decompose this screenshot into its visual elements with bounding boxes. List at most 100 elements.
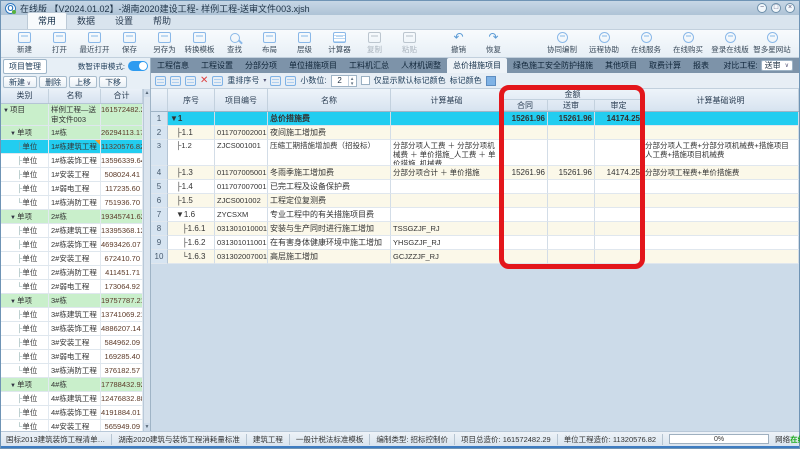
insert-row-icon[interactable]: [155, 76, 166, 86]
tree-row[interactable]: ▼单项2#栋19345741.62: [1, 210, 143, 224]
tree-row[interactable]: ▼单项1#栋26294113.17: [1, 126, 143, 140]
module-tab-工程设置[interactable]: 工程设置: [195, 58, 239, 73]
tree-row[interactable]: ├单位1#弱电工程117235.60: [1, 182, 143, 196]
module-tab-工程信息[interactable]: 工程信息: [151, 58, 195, 73]
tree-row[interactable]: └单位1#栋消防工程751936.70: [1, 196, 143, 210]
table-row[interactable]: 10└1.6.3031302007001高层施工增加GCJZZJF_RJ: [151, 250, 799, 264]
table-row[interactable]: 4├1.3011707005001冬雨季施工增加费分部分项合计 ＋ 单价措施15…: [151, 166, 799, 180]
sidebar-button-新建[interactable]: 新建 ∨: [3, 76, 37, 88]
module-tab-单位措施项目[interactable]: 单位措施项目: [283, 58, 343, 73]
toolbar-button-撤销[interactable]: ↶撤销: [441, 30, 476, 57]
tree-row[interactable]: └单位2#弱电工程173064.92: [1, 280, 143, 294]
table-row[interactable]: 5├1.4011707007001已完工程及设备保护费: [151, 180, 799, 194]
reorder-label[interactable]: 重排序号: [227, 75, 259, 86]
toolbar-button-保存[interactable]: 保存: [112, 30, 147, 57]
toolbar-button-另存为[interactable]: 另存为: [147, 30, 182, 57]
sidebar-button-上移[interactable]: 上移: [69, 76, 97, 88]
reorder-caret-icon[interactable]: ▾: [263, 77, 266, 84]
tree-row[interactable]: ▼单项4#栋17788432.92: [1, 378, 143, 392]
decimal-spinner[interactable]: 2 ▲▼: [331, 75, 357, 87]
toolbar-button-在线服务[interactable]: 在线服务: [625, 30, 667, 57]
tree-row[interactable]: ├单位2#栋消防工程411451.71: [1, 266, 143, 280]
col-name: 名称: [268, 89, 391, 111]
expand-triangle-icon[interactable]: ▼: [10, 299, 16, 305]
table-row[interactable]: 1▼1总价措施费15261.9615261.9614174.25: [151, 112, 799, 126]
table-row[interactable]: 7▼1.6ZYCSXM专业工程中的有关措施项目费: [151, 208, 799, 222]
tree-row[interactable]: ▼单项3#栋19757787.21: [1, 294, 143, 308]
expand-triangle-icon[interactable]: ▼: [10, 383, 16, 389]
tree-row[interactable]: ├单位4#栋建筑工程12476832.88: [1, 392, 143, 406]
toolbar-button-新建[interactable]: 新建: [7, 30, 42, 57]
module-tab-报表[interactable]: 报表: [687, 58, 715, 73]
toolbar-button-查找[interactable]: 查找: [217, 30, 252, 57]
scroll-down-icon[interactable]: ▼: [144, 423, 150, 431]
table-row[interactable]: 3├1.2ZJCS001001压缩工期措施增加费（招投标）分部分项人工费 ＋ 分…: [151, 140, 799, 166]
only-default-checkbox[interactable]: [361, 76, 370, 85]
tree-row[interactable]: ├单位3#弱电工程169285.40: [1, 350, 143, 364]
sidebar-button-下移[interactable]: 下移: [99, 76, 127, 88]
expand-triangle-icon[interactable]: ▼: [10, 215, 16, 221]
toolbar-button-转换模板[interactable]: 转换模板: [182, 30, 217, 57]
collapse-all-icon[interactable]: [285, 76, 296, 86]
toolbar-button-协同编制[interactable]: 协同编制: [541, 30, 583, 57]
tree-row[interactable]: ├单位1#安装工程508024.41: [1, 168, 143, 182]
sidebar-button-删除[interactable]: 删除: [39, 76, 67, 88]
ribbon-tab-设置[interactable]: 设置: [105, 13, 143, 29]
toolbar-button-布局[interactable]: 布局: [252, 30, 287, 57]
tree-row[interactable]: └单位4#安装工程565949.09: [1, 420, 143, 431]
expand-triangle-icon[interactable]: ▼: [10, 131, 16, 137]
tree-row[interactable]: ├单位1#栋建筑工程11320576.82: [1, 140, 143, 154]
mark-color-label[interactable]: 标记颜色: [450, 75, 482, 86]
toolbar-button-恢复[interactable]: ↷恢复: [476, 30, 511, 57]
toolbar-button-智多星网站[interactable]: 智多星网站: [751, 30, 793, 57]
delete-row-icon[interactable]: ✕: [200, 76, 208, 86]
scroll-up-icon[interactable]: ▲: [144, 89, 150, 97]
tree-row[interactable]: └单位3#栋消防工程376182.57: [1, 364, 143, 378]
compare-dropdown[interactable]: 送审∨: [761, 60, 793, 71]
close-icon[interactable]: ×: [785, 3, 795, 13]
project-manage-button[interactable]: 项目管理: [3, 59, 47, 74]
tree-row[interactable]: ├单位2#栋建筑工程13395368.12: [1, 224, 143, 238]
tree-row[interactable]: ▼项目样例工程—送审文件003161572482.29: [1, 104, 143, 126]
expand-all-icon[interactable]: [270, 76, 281, 86]
toolbar-button-层级[interactable]: 层级: [287, 30, 322, 57]
tree-row[interactable]: ├单位2#栋装饰工程4693426.07: [1, 238, 143, 252]
tree-row[interactable]: ├单位3#栋建筑工程13741069.21: [1, 308, 143, 322]
module-tab-取费计算[interactable]: 取费计算: [643, 58, 687, 73]
insert-child-icon[interactable]: [170, 76, 181, 86]
tree-row-type: ▼单项: [1, 126, 49, 139]
mark-color-swatch[interactable]: [486, 76, 496, 86]
cell-approved: 14174.25: [595, 112, 643, 126]
toolbar-button-计算器[interactable]: 计算器: [322, 30, 357, 57]
tree-row[interactable]: ├单位2#安装工程672410.70: [1, 252, 143, 266]
toolbar-button-最近打开[interactable]: 最近打开: [77, 30, 112, 57]
toolbar-button-远程协助[interactable]: 远程协助: [583, 30, 625, 57]
maximize-icon[interactable]: □: [771, 3, 781, 13]
reorder-icon[interactable]: [212, 76, 223, 86]
toolbar-button-在线购买[interactable]: 在线购买: [667, 30, 709, 57]
ribbon-tab-帮助[interactable]: 帮助: [143, 13, 181, 29]
tree-row[interactable]: ├单位4#栋装饰工程4191884.01: [1, 406, 143, 420]
module-tab-总价措施项目[interactable]: 总价措施项目: [447, 58, 507, 73]
table-row[interactable]: 2├1.1011707002001夜间施工增加费: [151, 126, 799, 140]
expand-triangle-icon[interactable]: ▼: [3, 108, 9, 114]
table-row[interactable]: 8├1.6.1031301010001安装与生产同时进行施工增加TSSGZJF_…: [151, 222, 799, 236]
table-row[interactable]: 9├1.6.2031301011001在有害身体健康环境中施工增加YHSGZJF…: [151, 236, 799, 250]
minimize-icon[interactable]: −: [757, 3, 767, 13]
module-tab-工料机汇总[interactable]: 工料机汇总: [343, 58, 395, 73]
ribbon-tab-数据[interactable]: 数据: [67, 13, 105, 29]
toolbar-button-登录在线版[interactable]: 登录在线版: [709, 30, 751, 57]
module-tab-分部分项[interactable]: 分部分项: [239, 58, 283, 73]
tree-row[interactable]: ├单位3#安装工程584962.09: [1, 336, 143, 350]
module-tab-其他项目[interactable]: 其他项目: [599, 58, 643, 73]
table-row[interactable]: 6├1.5ZJCS001002工程定位复测费: [151, 194, 799, 208]
module-tab-人材机调整[interactable]: 人材机调整: [395, 58, 447, 73]
tree-scrollbar[interactable]: ▲ ▼: [143, 89, 150, 431]
ribbon-tab-常用[interactable]: 常用: [27, 12, 67, 29]
smart-review-toggle[interactable]: [128, 61, 148, 71]
tree-row[interactable]: ├单位1#栋装饰工程13596339.64: [1, 154, 143, 168]
tree-row[interactable]: ├单位3#栋装饰工程4886207.14: [1, 322, 143, 336]
toolbar-button-打开[interactable]: 打开: [42, 30, 77, 57]
module-tab-绿色施工安全防护措施[interactable]: 绿色施工安全防护措施: [507, 58, 599, 73]
list-view-icon[interactable]: [185, 76, 196, 86]
